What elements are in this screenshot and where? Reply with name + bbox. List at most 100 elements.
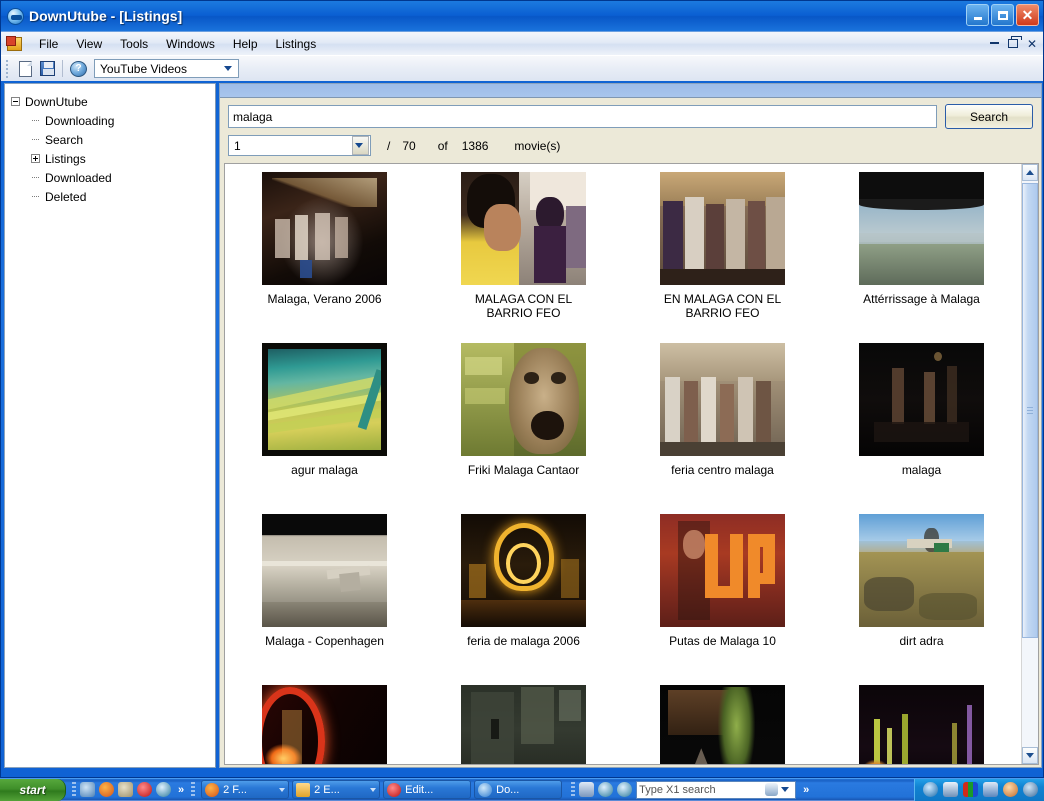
x1-search-icon[interactable] [765,783,778,796]
opera-icon[interactable] [137,782,152,797]
outlook-icon[interactable] [156,782,171,797]
video-item[interactable]: Malaga - Copenhagen [225,514,424,685]
save-button[interactable] [36,58,58,79]
video-item[interactable] [225,685,424,765]
sidebar-item-deleted[interactable]: Deleted [11,187,215,206]
tray-mail-icon[interactable] [943,782,958,797]
new-button[interactable] [14,58,36,79]
scrollbar-thumb[interactable] [1022,183,1038,638]
sidebar-item-downloaded[interactable]: Downloaded [11,168,215,187]
video-title: Malaga - Copenhagen [255,634,395,648]
chevron-down-icon[interactable] [781,787,789,792]
scroll-down-button[interactable] [1022,747,1038,764]
tray-shield-icon[interactable] [1023,782,1038,797]
video-item[interactable]: malaga [822,343,1021,514]
video-thumbnail[interactable] [660,685,785,765]
explorer-icon[interactable] [118,782,133,797]
video-thumbnail[interactable] [859,514,984,627]
vertical-scrollbar[interactable] [1021,164,1038,764]
toolbar-grip[interactable] [5,60,11,78]
x1-search-input[interactable]: Type X1 search [636,781,796,799]
taskbar-button-edit[interactable]: Edit... [383,780,471,799]
video-item[interactable]: Friki Malaga Cantaor [424,343,623,514]
video-item[interactable]: feria de malaga 2006 [424,514,623,685]
back-icon[interactable] [598,782,613,797]
video-item[interactable]: Malaga, Verano 2006 [225,172,424,343]
video-thumbnail[interactable] [262,514,387,627]
menu-item-windows[interactable]: Windows [157,34,224,54]
maximize-button[interactable] [991,4,1014,26]
video-thumbnail[interactable] [262,172,387,285]
video-thumbnail[interactable] [461,172,586,285]
video-thumbnail[interactable] [660,514,785,627]
minimize-child-icon[interactable] [990,42,999,44]
video-thumbnail[interactable] [262,685,387,765]
close-button[interactable]: ✕ [1016,4,1039,26]
video-item[interactable] [424,685,623,765]
menu-item-file[interactable]: File [30,34,67,54]
video-item[interactable]: feria centro malaga [623,343,822,514]
video-item[interactable] [822,685,1021,765]
search-input[interactable] [228,105,937,128]
scroll-up-button[interactable] [1022,164,1038,181]
chevron-down-icon[interactable] [279,788,285,792]
forward-icon[interactable] [617,782,632,797]
sidebar-item-downutube[interactable]: DownUtube [11,92,215,111]
menu-item-listings[interactable]: Listings [267,34,326,54]
expand-expander-icon[interactable] [31,154,40,163]
collapse-expander-icon[interactable] [11,97,20,106]
scrollbar-track[interactable] [1022,181,1038,747]
page-select[interactable]: 1 [228,135,371,156]
x1-overflow-icon[interactable]: » [800,784,812,796]
taskbar-button-explorer[interactable]: 2 E... [292,780,380,799]
video-thumbnail[interactable] [461,685,586,765]
firefox-icon[interactable] [99,782,114,797]
chevron-down-icon[interactable] [370,788,376,792]
video-item[interactable]: Attérrissage à Malaga [822,172,1021,343]
video-thumbnail[interactable] [859,172,984,285]
x1-toolbar-grip[interactable] [571,782,575,798]
video-item[interactable]: Putas de Malaga 10 [623,514,822,685]
sidebar-item-downloading[interactable]: Downloading [11,111,215,130]
video-item[interactable]: dirt adra [822,514,1021,685]
source-combo-value: YouTube Videos [100,62,187,76]
close-child-icon[interactable]: ✕ [1027,37,1037,51]
tray-user-icon[interactable] [1003,782,1018,797]
page-select-arrow-button[interactable] [352,136,369,155]
media-player-icon[interactable] [80,782,95,797]
video-item[interactable]: MALAGA CON EL BARRIO FEO [424,172,623,343]
menu-item-tools[interactable]: Tools [111,34,157,54]
minimize-button[interactable] [966,4,989,26]
video-thumbnail[interactable] [461,514,586,627]
restore-child-icon[interactable] [1008,39,1018,48]
tray-back-icon[interactable] [923,782,938,797]
sidebar-item-listings[interactable]: Listings [11,149,215,168]
taskbar-button-firefox[interactable]: 2 F... [201,780,289,799]
source-combo[interactable]: YouTube Videos [94,59,239,78]
video-thumbnail[interactable] [660,343,785,456]
taskbar-button-label: Do... [496,784,519,796]
video-item[interactable] [623,685,822,765]
sidebar-item-search[interactable]: Search [11,130,215,149]
video-thumbnail[interactable] [660,172,785,285]
taskbar-button-downutube[interactable]: Do... [474,780,562,799]
start-button[interactable]: start [0,779,66,801]
quick-launch-grip[interactable] [72,782,76,798]
source-help-button[interactable] [67,58,89,79]
video-thumbnail[interactable] [859,685,984,765]
quick-launch-overflow-icon[interactable]: » [175,784,187,796]
video-item[interactable]: EN MALAGA CON EL BARRIO FEO [623,172,822,343]
x1-mail-icon[interactable] [579,782,594,797]
video-thumbnail[interactable] [262,343,387,456]
menu-item-view[interactable]: View [67,34,111,54]
video-title: EN MALAGA CON EL BARRIO FEO [653,292,793,320]
video-thumbnail[interactable] [461,343,586,456]
search-area: Search 1 / 70 of 1386 movie(s) [220,98,1041,160]
tray-volume-icon[interactable] [983,782,998,797]
video-item[interactable]: agur malaga [225,343,424,514]
video-thumbnail[interactable] [859,343,984,456]
taskbar-grip[interactable] [191,782,195,798]
menu-item-help[interactable]: Help [224,34,267,54]
search-button[interactable]: Search [945,104,1033,129]
tray-monitor-icon[interactable] [963,782,978,797]
